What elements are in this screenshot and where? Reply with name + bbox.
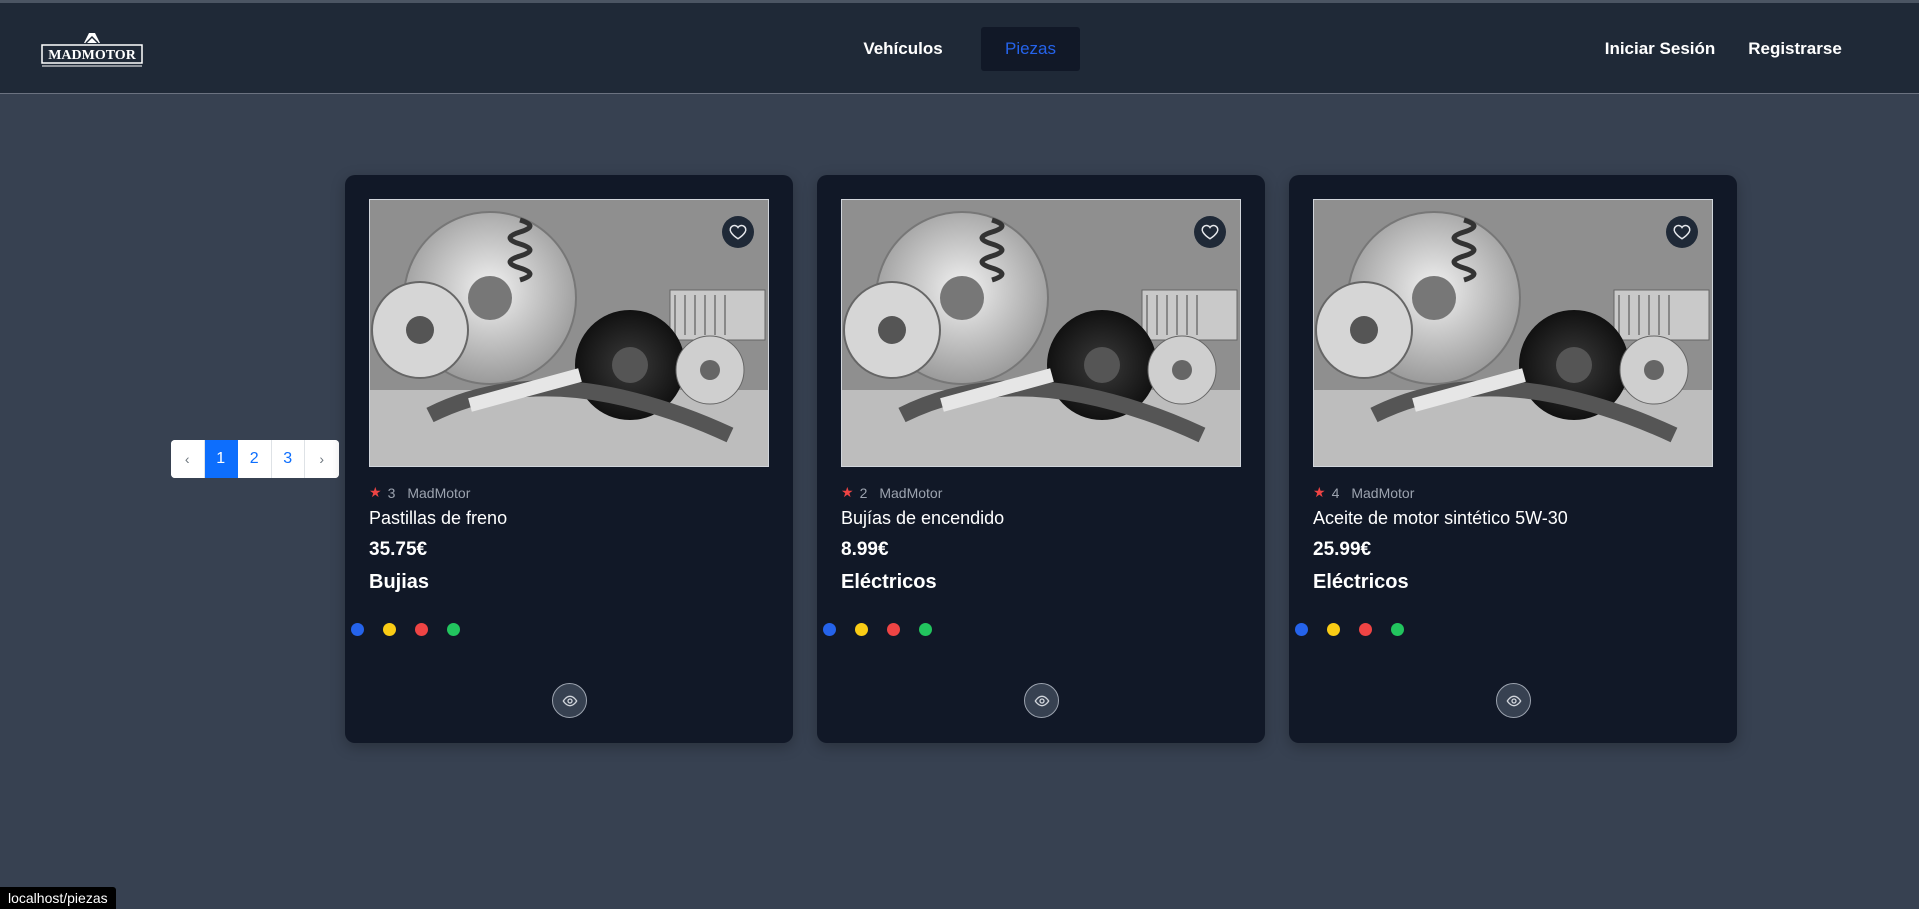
product-brand: MadMotor [879,484,943,501]
product-name[interactable]: Aceite de motor sintético 5W-30 [1313,508,1568,529]
eye-icon [1506,695,1521,706]
star-icon: ★ [1313,484,1326,500]
heart-icon [729,224,747,240]
color-option-blue[interactable] [1295,623,1308,636]
logo-text: MADMOTOR [48,48,137,63]
product-meta: ★ 3 MadMotor [369,484,470,501]
product-rating: 3 [387,484,396,501]
product-brand: MadMotor [1351,484,1415,501]
product-name[interactable]: Bujías de encendido [841,508,1004,529]
product-meta: ★ 2 MadMotor [841,484,942,501]
star-icon: ★ [369,484,382,500]
heart-icon [1673,224,1691,240]
product-price: 25.99€ [1313,539,1372,560]
color-option-green[interactable] [919,623,932,636]
color-options [351,623,460,636]
product-price: 8.99€ [841,539,889,560]
nav-piezas[interactable]: Piezas [981,27,1080,71]
eye-icon [562,695,577,706]
pagination-next[interactable]: › [305,440,339,478]
favorite-button[interactable] [1666,216,1698,248]
color-option-yellow[interactable] [855,623,868,636]
register-link[interactable]: Registrarse [1743,27,1847,71]
madmotor-logo[interactable]: MADMOTOR [40,27,144,71]
product-rating: 2 [859,484,868,501]
product-rating: 4 [1331,484,1340,501]
star-icon: ★ [841,484,854,500]
color-option-blue[interactable] [823,623,836,636]
product-card[interactable]: ★ 2 MadMotor Bujías de encendido 8.99€ E… [817,175,1265,743]
view-button[interactable] [1024,683,1059,718]
status-bar-url: localhost/piezas [0,887,116,909]
product-name[interactable]: Pastillas de freno [369,508,507,529]
product-image[interactable] [1313,199,1713,467]
color-options [823,623,932,636]
view-button[interactable] [552,683,587,718]
color-option-red[interactable] [887,623,900,636]
product-category: Eléctricos [841,571,937,593]
pagination: ‹ 1 2 3 › [171,440,339,478]
favorite-button[interactable] [722,216,754,248]
login-link[interactable]: Iniciar Sesión [1598,27,1722,71]
color-options [1295,623,1404,636]
product-image[interactable] [841,199,1241,467]
pagination-page-2[interactable]: 2 [238,440,272,478]
product-card[interactable]: ★ 4 MadMotor Aceite de motor sintético 5… [1289,175,1737,743]
color-option-yellow[interactable] [383,623,396,636]
color-option-green[interactable] [1391,623,1404,636]
pagination-page-1[interactable]: 1 [204,440,238,478]
view-button[interactable] [1496,683,1531,718]
color-option-red[interactable] [1359,623,1372,636]
navbar: MADMOTOR Vehículos Piezas Iniciar Sesión… [0,3,1919,94]
color-option-red[interactable] [415,623,428,636]
product-category: Bujias [369,571,430,593]
product-card[interactable]: ★ 3 MadMotor Pastillas de freno 35.75€ B… [345,175,793,743]
eye-icon [1034,695,1049,706]
color-option-blue[interactable] [351,623,364,636]
color-option-green[interactable] [447,623,460,636]
product-price: 35.75€ [369,539,428,560]
product-category: Eléctricos [1313,571,1409,593]
product-brand: MadMotor [407,484,471,501]
pagination-page-3[interactable]: 3 [271,440,305,478]
product-meta: ★ 4 MadMotor [1313,484,1414,501]
nav-vehiculos[interactable]: Vehículos [858,27,948,71]
favorite-button[interactable] [1194,216,1226,248]
pagination-prev[interactable]: ‹ [171,440,205,478]
product-image[interactable] [369,199,769,467]
heart-icon [1201,224,1219,240]
color-option-yellow[interactable] [1327,623,1340,636]
